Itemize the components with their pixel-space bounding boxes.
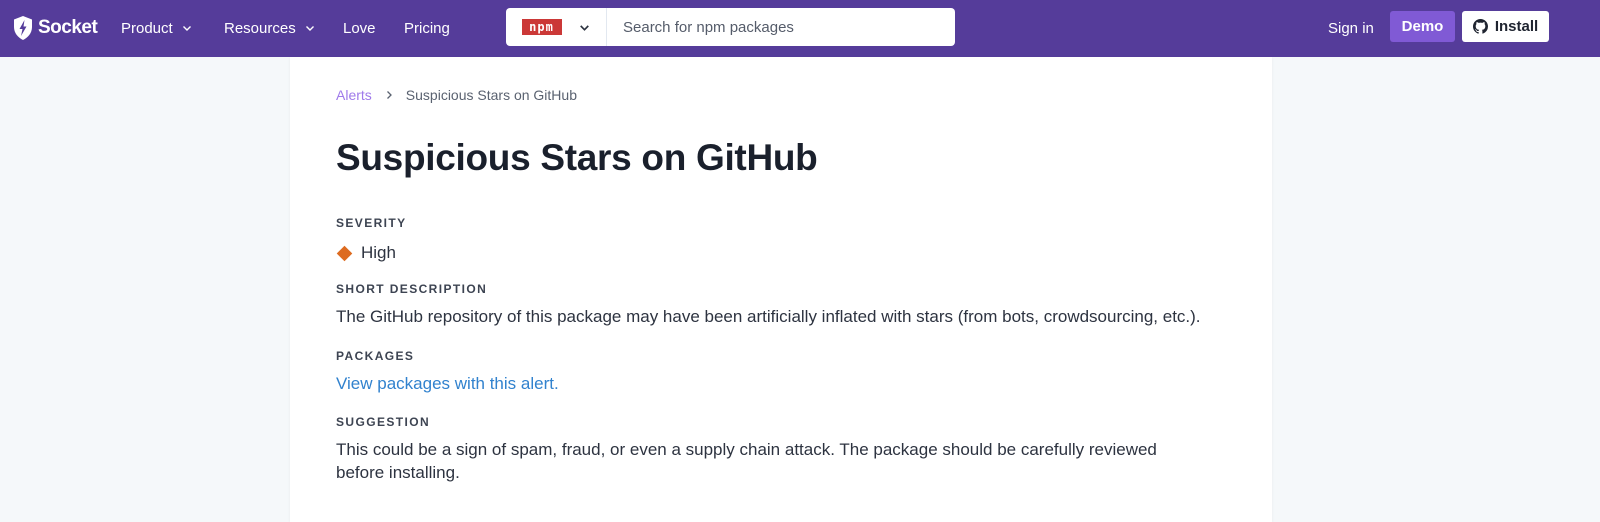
nav-product-label: Product	[121, 19, 173, 37]
nav-resources[interactable]: Resources	[224, 16, 316, 40]
chevron-down-icon	[305, 26, 314, 31]
suggestion-label: SUGGESTION	[336, 415, 431, 429]
alert-card: Alerts Suspicious Stars on GitHub Suspic…	[290, 57, 1272, 522]
demo-button[interactable]: Demo	[1390, 11, 1455, 42]
registry-selector[interactable]: npm	[506, 8, 607, 46]
sign-in-link[interactable]: Sign in	[1328, 16, 1374, 40]
page-title: Suspicious Stars on GitHub	[336, 137, 818, 178]
npm-logo: npm	[521, 19, 562, 35]
chevron-down-icon	[579, 24, 589, 31]
nav-pricing[interactable]: Pricing	[404, 16, 450, 40]
suggestion-text: This could be a sign of spam, fraud, or …	[336, 440, 1157, 482]
nav-love[interactable]: Love	[343, 16, 376, 40]
search-input[interactable]	[607, 8, 955, 46]
chevron-right-icon	[384, 90, 394, 100]
breadcrumb-alerts-link[interactable]: Alerts	[336, 87, 372, 103]
package-search: npm	[506, 8, 955, 46]
severity-text: High	[361, 243, 396, 262]
short-description-label: SHORT DESCRIPTION	[336, 282, 488, 296]
install-label: Install	[1494, 18, 1539, 35]
packages-label: PACKAGES	[336, 349, 415, 363]
install-button[interactable]: Install	[1462, 11, 1549, 42]
packages-link-container: View packages with this alert.	[336, 372, 559, 395]
chevron-down-icon	[182, 26, 191, 31]
view-packages-link[interactable]: View packages with this alert.	[336, 374, 559, 393]
breadcrumb: Alerts Suspicious Stars on GitHub	[336, 87, 577, 103]
severity-diamond-icon	[336, 245, 353, 261]
breadcrumb-current: Suspicious Stars on GitHub	[405, 87, 577, 103]
logo-text: Socket	[38, 17, 98, 38]
top-navigation: Socket Product Resources Love Pricing np…	[0, 0, 1600, 57]
nav-resources-label: Resources	[224, 19, 296, 37]
socket-shield-icon	[14, 16, 32, 40]
severity-label: SEVERITY	[336, 216, 407, 230]
github-icon	[1472, 19, 1488, 34]
nav-love-label: Love	[343, 19, 376, 37]
short-description-text: The GitHub repository of this package ma…	[336, 307, 1201, 326]
nav-pricing-label: Pricing	[404, 19, 450, 37]
nav-product[interactable]: Product	[121, 16, 193, 40]
socket-logo[interactable]: Socket	[12, 14, 98, 42]
severity-value: High	[336, 243, 396, 263]
